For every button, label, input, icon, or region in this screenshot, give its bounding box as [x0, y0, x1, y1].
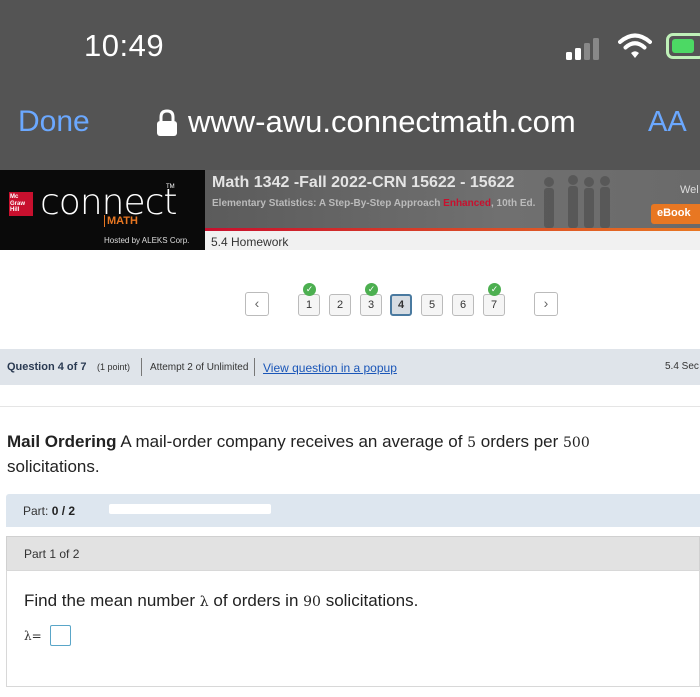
text-size-button[interactable]: AA — [648, 106, 687, 139]
check-icon: ✓ — [365, 283, 378, 296]
ebook-button[interactable]: eBook — [651, 204, 700, 224]
course-title: Math 1342 -Fall 2022-CRN 15622 - 15622 — [212, 174, 515, 191]
chevron-left-icon[interactable]: ‹ — [245, 292, 269, 316]
part-progress-bar: Part: 0 / 2 — [6, 494, 700, 527]
question-button-6[interactable]: 6 — [452, 294, 474, 316]
part-header-label: Part 1 of 2 — [24, 547, 80, 561]
question-button-5[interactable]: 5 — [421, 294, 443, 316]
question-text: Mail Ordering A mail-order company recei… — [7, 432, 590, 476]
answer-label: λ= — [24, 629, 42, 643]
part-prompt: Find the mean number λ of orders in 90 s… — [24, 591, 419, 610]
attempt-text: Attempt 2 of Unlimited — [150, 362, 249, 373]
divider — [141, 358, 142, 376]
question-button-1[interactable]: 1 — [298, 294, 320, 316]
question-navigation: ‹ 1 ✓ 2 3 ✓ 4 5 6 7 ✓ › — [0, 280, 700, 330]
check-icon: ✓ — [488, 283, 501, 296]
cellular-signal-icon — [566, 36, 606, 60]
answer-input[interactable] — [50, 625, 71, 646]
question-button-7[interactable]: 7 — [483, 294, 505, 316]
part-body: Find the mean number λ of orders in 90 s… — [6, 570, 700, 687]
people-silhouettes-icon — [544, 175, 610, 228]
view-popup-link[interactable]: View question in a popup — [263, 361, 397, 375]
connect-logo[interactable]: Mc Graw Hill connect TM MATH Hosted by A… — [0, 170, 205, 250]
progress-track — [109, 504, 271, 514]
question-number: Question 4 of 7 — [7, 361, 87, 373]
battery-icon — [666, 33, 700, 59]
section-label: 5.4 Sec — [665, 361, 699, 372]
status-time: 10:49 — [84, 28, 165, 63]
wifi-icon — [618, 33, 652, 58]
welcome-text: Wel — [680, 184, 699, 196]
chevron-right-icon[interactable]: › — [534, 292, 558, 316]
logo-math-text: MATH — [104, 215, 138, 227]
hosted-by-text: Hosted by ALEKS Corp. — [104, 236, 190, 245]
question-points: (1 point) — [97, 362, 131, 372]
question-title: Mail Ordering — [7, 432, 117, 451]
divider — [0, 406, 700, 407]
part-progress-label: Part: 0 / 2 — [23, 504, 76, 518]
homework-label: 5.4 Homework — [205, 231, 700, 250]
ios-top-bar: 10:49 Done www-awu.connectmath.com AA — [0, 0, 700, 170]
divider — [254, 358, 255, 376]
part-header: Part 1 of 2 — [6, 536, 700, 570]
question-info-bar: Question 4 of 7 (1 point) Attempt 2 of U… — [0, 349, 700, 385]
mcgraw-hill-badge: Mc Graw Hill — [9, 192, 33, 216]
lock-icon — [157, 109, 177, 136]
check-icon: ✓ — [303, 283, 316, 296]
question-button-2[interactable]: 2 — [329, 294, 351, 316]
question-button-4[interactable]: 4 — [390, 294, 412, 316]
question-button-3[interactable]: 3 — [360, 294, 382, 316]
url-address[interactable]: www-awu.connectmath.com — [188, 104, 576, 140]
connect-header: Mc Graw Hill connect TM MATH Hosted by A… — [0, 170, 700, 250]
done-button[interactable]: Done — [18, 105, 90, 139]
logo-trademark: TM — [166, 184, 175, 190]
course-banner: Math 1342 -Fall 2022-CRN 15622 - 15622 E… — [205, 170, 700, 231]
book-subtitle: Elementary Statistics: A Step-By-Step Ap… — [212, 198, 536, 209]
